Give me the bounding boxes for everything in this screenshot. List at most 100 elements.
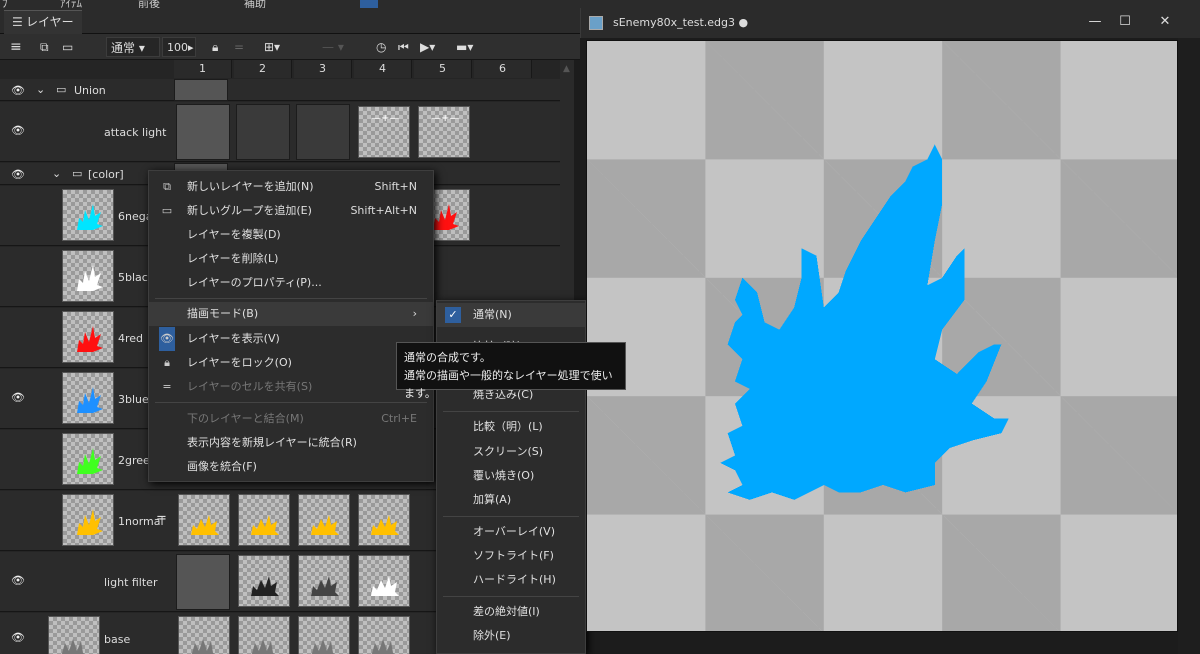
frame-cell[interactable] [236, 104, 290, 160]
crystal-icon [77, 509, 103, 535]
play-icon[interactable]: ▶▾ [420, 37, 435, 57]
blend-item-exclusion[interactable]: 除外(E) [437, 624, 585, 648]
maximize-icon[interactable]: ☐ [1115, 14, 1135, 29]
eye-icon[interactable]: 👁︎ [10, 631, 26, 644]
frame-thumbnail[interactable] [178, 494, 230, 546]
blend-item-screen[interactable]: スクリーン(S) [437, 440, 585, 464]
expand-icon[interactable]: ⌄ [52, 167, 61, 180]
layer-row-folder[interactable]: 👁︎ ⌄ ▭ Union [0, 79, 560, 101]
opacity-input[interactable]: 100▸ [162, 37, 196, 57]
menu-shortcut: Shift+Alt+N [350, 204, 417, 217]
lock-icon: 🔒︎ [164, 356, 170, 369]
layout-icon[interactable]: ⊞▾ [264, 37, 280, 57]
tab-layers[interactable]: ☰ レイヤー [4, 10, 82, 34]
topbar-item[interactable]: 補助 [244, 0, 266, 8]
share-icon: = [156, 511, 167, 526]
crystal-icon [191, 639, 215, 654]
menu-item-label: レイヤーのセルを共有(S) [187, 380, 313, 393]
blend-mode-value: 通常 [111, 41, 136, 55]
blend-item-add[interactable]: 加算(A) [437, 488, 585, 512]
blend-item-normal[interactable]: ✓ 通常(N) [437, 303, 585, 327]
menu-item-label: レイヤーを表示(V) [187, 332, 280, 345]
frame-thumbnail[interactable] [358, 494, 410, 546]
frame-thumbnail[interactable] [178, 616, 230, 654]
blend-item-soft-light[interactable]: ソフトライト(F) [437, 544, 585, 568]
column-header[interactable]: 3 [294, 60, 352, 78]
search-icon[interactable] [360, 0, 378, 8]
column-header[interactable]: 6 [474, 60, 532, 78]
column-header[interactable]: 4 [354, 60, 412, 78]
frame-thumbnail[interactable]: —+— [418, 106, 470, 158]
menu-separator [443, 516, 579, 517]
menu-item-blend-mode[interactable]: 描画モード(B) › [149, 302, 433, 326]
layer-row[interactable]: 👁︎ attack light —+— —+— [0, 102, 560, 162]
frame-thumbnail[interactable] [238, 494, 290, 546]
new-folder-icon[interactable]: ▭ [62, 37, 73, 57]
crystal-icon [251, 515, 279, 535]
menu-item-duplicate-layer[interactable]: レイヤーを複製(D) [149, 223, 433, 247]
menu-item-delete-layer[interactable]: レイヤーを削除(L) [149, 247, 433, 271]
frame-cell[interactable] [174, 79, 228, 101]
blend-item-label: ソフトライト(F) [473, 549, 554, 562]
onion-icon[interactable]: ▬▾ [456, 37, 473, 57]
frame-thumbnail[interactable] [298, 616, 350, 654]
drawing-canvas[interactable] [586, 40, 1178, 632]
expand-icon[interactable]: ⌄ [36, 83, 45, 96]
eye-icon[interactable]: 👁︎ [10, 168, 26, 181]
frame-cell[interactable] [176, 554, 230, 610]
frame-thumbnail[interactable] [358, 555, 410, 607]
topbar-item[interactable]: 前後 [138, 0, 160, 8]
blend-item-label: 除外(E) [473, 629, 511, 642]
lock-icon[interactable]: 🔒︎ [212, 37, 218, 57]
share-icon: = [162, 380, 172, 393]
frame-thumbnail[interactable] [238, 616, 290, 654]
clock-icon[interactable]: ◷ [376, 37, 386, 57]
column-header[interactable]: 2 [234, 60, 292, 78]
eye-icon[interactable]: 👁︎ [10, 124, 26, 137]
crystal-icon [311, 576, 339, 596]
menu-item-lock-layer[interactable]: 🔒︎ レイヤーをロック(O) [149, 351, 433, 375]
menu-item-merge-visible-new[interactable]: 表示内容を新規レイヤーに統合(R) [149, 431, 433, 455]
eye-icon[interactable]: 👁︎ [10, 84, 26, 97]
frame-cell[interactable] [176, 104, 230, 160]
menu-icon[interactable]: ≡ [10, 37, 22, 57]
close-icon[interactable]: ✕ [1155, 14, 1175, 29]
frame-thumbnail[interactable]: —+— [358, 106, 410, 158]
menu-shortcut: Shift+N [374, 180, 417, 193]
menu-item-label: 新しいグループを追加(E) [187, 204, 312, 217]
first-frame-icon[interactable]: ⏮ [398, 37, 409, 57]
new-layer-icon[interactable]: ⧉ [40, 37, 49, 57]
frame-thumbnail[interactable] [238, 555, 290, 607]
menu-item-label: レイヤーのプロパティ(P)... [187, 276, 322, 289]
menu-item-new-layer[interactable]: ⧉ 新しいレイヤーを追加(N) Shift+N [149, 175, 433, 199]
layer-name: Union [74, 84, 106, 97]
menu-item-new-group[interactable]: ▭ 新しいグループを追加(E) Shift+Alt+N [149, 199, 433, 223]
minimize-icon[interactable]: — [1085, 14, 1105, 29]
frame-thumbnail[interactable] [298, 494, 350, 546]
crystal-icon [371, 576, 399, 596]
blend-item-dodge[interactable]: 覆い焼き(O) [437, 464, 585, 488]
blend-item-difference[interactable]: 差の絶対値(I) [437, 600, 585, 624]
canvas-window-titlebar[interactable]: sEnemy80x_test.edg3 ● — ☐ ✕ [580, 8, 1200, 38]
eye-icon[interactable]: 👁︎ [10, 391, 26, 404]
column-header[interactable]: 5 [414, 60, 472, 78]
menu-item-show-layer[interactable]: 👁︎ レイヤーを表示(V) [149, 327, 433, 351]
blend-item-lighten[interactable]: 比較（明）(L) [437, 415, 585, 439]
blend-item-label: 覆い焼き(O) [473, 469, 535, 482]
menu-separator [155, 298, 427, 299]
eye-icon[interactable]: 👁︎ [10, 574, 26, 587]
blend-mode-select[interactable]: 通常 ▾ [106, 37, 160, 57]
menu-item-flatten-image[interactable]: 画像を統合(F) [149, 455, 433, 479]
blend-item-hard-light[interactable]: ハードライト(H) [437, 568, 585, 592]
scroll-up-icon[interactable]: ▲ [563, 64, 571, 74]
frame-thumbnail[interactable] [298, 555, 350, 607]
frame-cell[interactable] [296, 104, 350, 160]
share-icon: = [234, 40, 245, 54]
topbar-item[interactable]: ｱｲﾃﾑ [60, 0, 82, 8]
layer-thumbnail [62, 433, 114, 485]
blend-item-overlay[interactable]: オーバーレイ(V) [437, 520, 585, 544]
column-header[interactable]: 1 [174, 60, 232, 78]
frame-thumbnail[interactable] [358, 616, 410, 654]
topbar-item[interactable]: ﾌ [2, 0, 8, 8]
menu-item-layer-properties[interactable]: レイヤーのプロパティ(P)... [149, 271, 433, 295]
